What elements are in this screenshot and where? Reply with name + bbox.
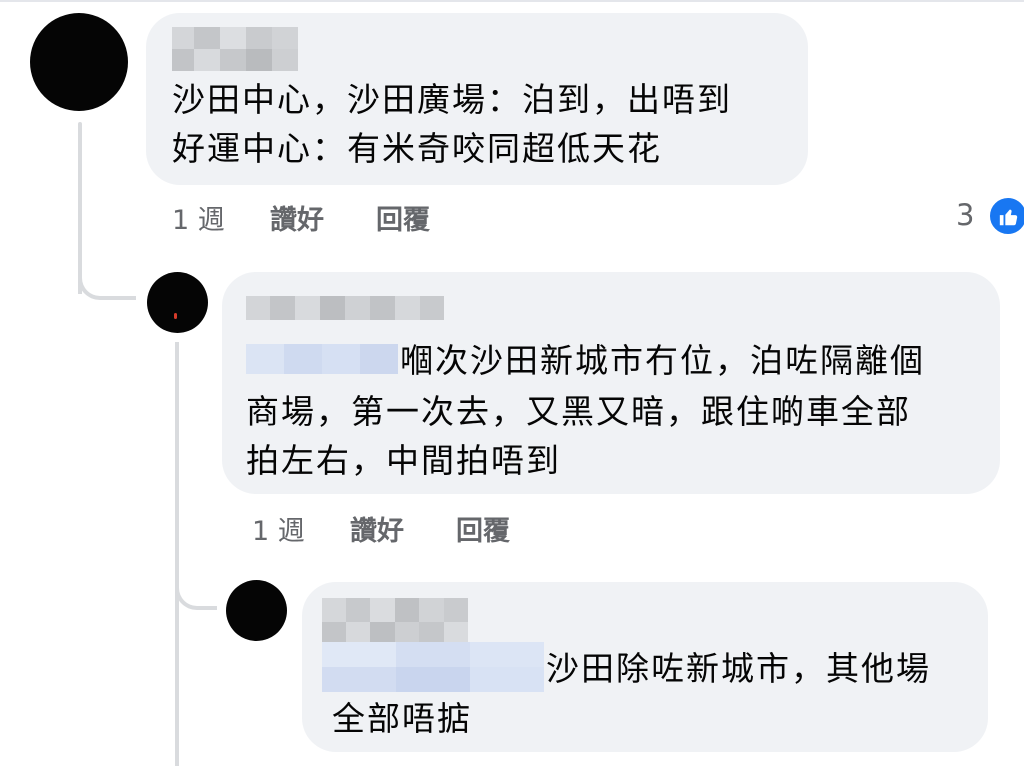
reply-button[interactable]: 回覆 <box>456 509 510 548</box>
reply-thread-connector <box>175 566 217 610</box>
comment-text-line: 沙田中心，沙田廣場：泊到，出唔到 <box>172 80 732 119</box>
avatar[interactable] <box>147 272 208 333</box>
avatar[interactable] <box>226 580 287 641</box>
comment-text-line: 商場，第一次去，又黑又暗，跟住啲車全部 <box>246 392 911 431</box>
avatar[interactable] <box>30 13 128 111</box>
reply-button[interactable]: 回覆 <box>376 198 430 237</box>
comment-text-line: 沙田除咗新城市，其他場 <box>546 649 931 688</box>
comment-text-line: 全部唔掂 <box>332 699 472 738</box>
blurred-author-name[interactable] <box>246 296 444 320</box>
like-button[interactable]: 讚好 <box>350 509 404 548</box>
avatar-detail <box>174 313 177 319</box>
like-icon <box>988 196 1024 236</box>
comment-text-line: 好運中心：有米奇咬同超低天花 <box>172 129 662 168</box>
comment-text-line: 拍左右，中間拍唔到 <box>246 441 561 480</box>
blurred-author-name[interactable] <box>172 27 298 71</box>
comment-bubble: 沙田中心，沙田廣場：泊到，出唔到 好運中心：有米奇咬同超低天花 <box>146 13 808 185</box>
comment-timestamp[interactable]: 1 週 <box>172 198 225 237</box>
blurred-mention[interactable] <box>246 344 398 374</box>
reply-thread-line <box>175 342 179 766</box>
blurred-author-name[interactable] <box>322 598 468 646</box>
comment-bubble: 嗰次沙田新城市冇位，泊咗隔離個 商場，第一次去，又黑又暗，跟住啲車全部 拍左右，… <box>222 272 1000 494</box>
top-divider <box>0 0 1024 2</box>
comment-text-line: 嗰次沙田新城市冇位，泊咗隔離個 <box>400 341 925 380</box>
like-button[interactable]: 讚好 <box>270 198 324 237</box>
reaction-count: 3 <box>956 198 975 232</box>
thread-connector <box>78 258 136 300</box>
comment-timestamp[interactable]: 1 週 <box>252 509 305 548</box>
comment-bubble: 沙田除咗新城市，其他場 全部唔掂 <box>302 582 988 752</box>
blurred-mention[interactable] <box>322 642 544 692</box>
